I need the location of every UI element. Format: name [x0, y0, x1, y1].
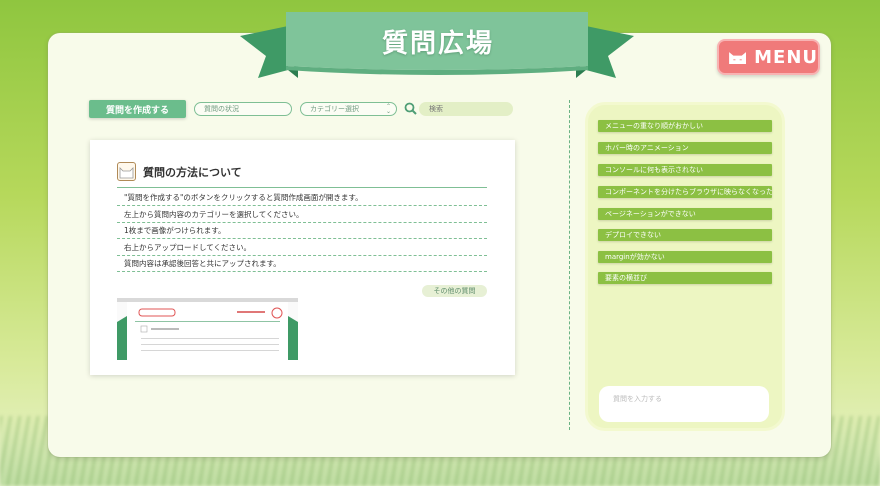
title-ribbon: 質問広場 — [240, 8, 634, 86]
create-question-button[interactable]: 質問を作成する — [89, 100, 186, 118]
example-screenshot — [117, 298, 298, 360]
other-questions-button[interactable]: その他の質問 — [422, 285, 487, 297]
topic-item[interactable]: ページネーションができない — [598, 208, 772, 220]
search-icon[interactable] — [404, 102, 417, 115]
topic-item[interactable]: メニューの重なり順がおかしい — [598, 120, 772, 132]
page-title: 質問広場 — [381, 28, 494, 59]
instruction-step: "質問を作成する"のボタンをクリックすると質問作成画面が開きます。 — [117, 190, 487, 206]
select-arrows-icon: ⌃ ⌄ — [385, 103, 391, 115]
instruction-step: 左上から質問内容のカテゴリーを選択してください。 — [117, 207, 487, 223]
instruction-step: 1枚まで画像がつけられます。 — [117, 223, 487, 240]
category-select-label: カテゴリー選択 — [310, 105, 359, 113]
menu-label: MENU — [754, 46, 818, 68]
how-to-card: 質問の方法について "質問を作成する"のボタンをクリックすると質問作成画面が開き… — [90, 140, 515, 375]
category-select[interactable]: カテゴリー選択 ⌃ ⌄ — [300, 102, 397, 116]
topic-item[interactable]: デプロイできない — [598, 229, 772, 241]
cat-avatar-icon — [117, 162, 136, 181]
card-header: 質問の方法について — [117, 162, 242, 181]
search-input[interactable] — [419, 102, 513, 116]
topic-item[interactable]: コンソールに何も表示されない — [598, 164, 772, 176]
cat-face-icon — [729, 52, 746, 65]
column-divider — [569, 100, 570, 430]
instruction-step: 右上からアップロードしてください。 — [117, 240, 487, 256]
question-status-dropdown[interactable]: 質問の状況 — [194, 102, 292, 116]
question-status-label: 質問の状況 — [204, 105, 239, 113]
topic-item[interactable]: ホバー時のアニメーション — [598, 142, 772, 154]
instruction-step: 質問内容は承認後回答と共にアップされます。 — [117, 256, 487, 273]
card-title-rule — [117, 187, 487, 188]
topic-item[interactable]: marginが効かない — [598, 251, 772, 263]
topic-item[interactable]: コンポーネントを分けたらブラウザに映らなくなった — [598, 186, 772, 198]
topic-item[interactable]: 要素の横並び — [598, 272, 772, 284]
ask-question-input[interactable]: 質問を入力する — [599, 386, 769, 422]
menu-button[interactable]: MENU — [717, 39, 820, 75]
card-title: 質問の方法について — [143, 165, 242, 179]
instruction-list: "質問を作成する"のボタンをクリックすると質問作成画面が開きます。 左上から質問… — [117, 190, 487, 273]
